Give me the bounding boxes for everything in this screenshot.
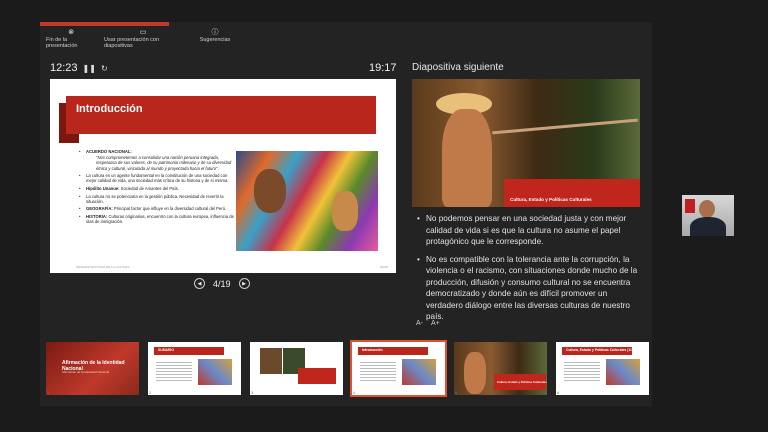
current-slide: Introducción ACUERDO NACIONAL:"Nos compr… (50, 79, 396, 273)
slide-thumbnail-1[interactable]: Afirmación de la Identidad Nacional Afir… (46, 342, 139, 395)
restart-icon[interactable]: ↻ (101, 64, 108, 73)
webcam-flag (685, 199, 695, 213)
monitor-icon: ▭ (139, 29, 147, 36)
next-slide-button[interactable]: ▶ (238, 278, 250, 289)
end-presentation-label: Fin de la presentación (46, 37, 78, 49)
thumbnail-number: 4 (353, 390, 356, 395)
webcam-person-head (699, 200, 715, 218)
slide-thumbnail-3[interactable]: 3 (250, 342, 343, 395)
close-circle-icon: ⊗ (68, 29, 74, 36)
pause-icon[interactable]: ❚❚ (83, 64, 96, 73)
next-slide-heading: Diapositiva siguiente (412, 62, 504, 73)
thumbnail-title: Cultura, Estado y Políticas Culturales (497, 380, 547, 384)
preview-person (442, 109, 492, 207)
thumbnail-image (198, 359, 232, 385)
presenter-webcam-feed (682, 195, 734, 236)
artwork-figure (332, 191, 358, 231)
slide-thumbnail-4[interactable]: Introducción 4 (350, 340, 447, 397)
thumbnail-number: 2 (149, 390, 152, 395)
thumbnail-title: Cultura, Estado y Políticas Culturales (… (566, 348, 635, 352)
thumbnail-number: 6 (557, 390, 560, 395)
slide-thumbnail-2[interactable]: SUMARIO 2 (148, 342, 241, 395)
slide-navigator: ◀ 4/19 ▶ (194, 278, 250, 289)
slide-bullet: Hipólito Unanue: Sociedad de Amantes del… (79, 186, 238, 191)
thumbnail-subtitle: Afirmación de la Identidad Nacional (62, 370, 110, 374)
thumbnail-number: 1 (47, 390, 50, 395)
preview-title-box (504, 179, 640, 207)
note-item: No podemos pensar en una sociedad justa … (417, 213, 640, 248)
presentation-progress-bar (40, 22, 169, 26)
title-band (66, 96, 376, 134)
slide-artwork-image (236, 151, 378, 251)
note-item: No es compatible con la tolerancia ante … (417, 254, 640, 323)
next-slide-title: Cultura, Estado y Políticas Culturales (510, 197, 592, 202)
previous-slide-button[interactable]: ◀ (194, 278, 205, 289)
slide-bullet: HISTORIA: Culturas originarias, encuentr… (79, 214, 238, 224)
next-slide-preview[interactable]: Cultura, Estado y Políticas Culturales (412, 79, 640, 207)
slide-bullet: La cultura es un agente fundamental en l… (79, 173, 238, 183)
thumbnail-image (402, 359, 436, 385)
thumbnail-text-lines (360, 360, 396, 382)
help-label: Sugerencias (199, 37, 231, 43)
display-settings-button[interactable]: ▭ Usar presentación con diapositivas (104, 28, 182, 54)
thumbnail-text-lines (564, 360, 600, 382)
notes-zoom-controls: A- A+ (416, 320, 440, 327)
elapsed-time: 12:23 (50, 62, 78, 74)
artwork-figure (254, 169, 286, 213)
slide-thumbnail-5[interactable]: Cultura, Estado y Políticas Culturales 5 (454, 342, 547, 395)
slide-footer: INFRAESTRUCTURA DE LA CULTURA (76, 265, 130, 269)
thumbnail-person (464, 352, 486, 394)
slide-bullet-list: ACUERDO NACIONAL:"Nos comprometemos a co… (76, 149, 238, 227)
decrease-font-button[interactable]: A- (416, 320, 423, 327)
info-icon: ⓘ (211, 29, 219, 36)
increase-font-button[interactable]: A+ (431, 320, 440, 327)
thumbnail-image (606, 359, 640, 385)
help-button[interactable]: ⓘ Sugerencias (190, 28, 240, 54)
elapsed-timer: 12:23 ❚❚ ↻ (50, 62, 108, 74)
presenter-view: ⊗ Fin de la presentación ▭ Usar presenta… (40, 22, 652, 406)
slide-title: Introducción (76, 103, 143, 115)
slide-bullet: La cultura no se potenciaría en la gesti… (79, 194, 238, 204)
webcam-person-body (690, 217, 726, 236)
thumbnail-band (298, 368, 336, 384)
slide-thumbnail-strip: Afirmación de la Identidad Nacional Afir… (46, 340, 649, 397)
thumbnail-text-lines (156, 360, 192, 382)
thumbnail-number: 3 (251, 390, 254, 395)
display-settings-label: Usar presentación con diapositivas (104, 37, 160, 49)
end-presentation-button[interactable]: ⊗ Fin de la presentación (46, 28, 96, 54)
speaker-notes[interactable]: No podemos pensar en una sociedad justa … (416, 213, 640, 329)
slide-counter[interactable]: 4/19 (213, 279, 231, 289)
thumbnail-image (260, 348, 282, 374)
slide-bullet: GEOGRAFÍA: Principal factor que influye … (79, 206, 238, 211)
slide-page-number: 04/08 (380, 265, 388, 269)
thumbnail-number: 5 (455, 390, 458, 395)
thumbnail-title: SUMARIO (158, 348, 175, 352)
presenter-toolbar: ⊗ Fin de la presentación ▭ Usar presenta… (40, 28, 240, 54)
preview-blowpipe (492, 118, 638, 135)
slide-bullet: ACUERDO NACIONAL:"Nos comprometemos a co… (79, 149, 238, 171)
current-time: 19:17 (369, 62, 397, 74)
thumbnail-title: Introducción (362, 348, 383, 352)
slide-thumbnail-6[interactable]: Cultura, Estado y Políticas Culturales (… (556, 342, 649, 395)
